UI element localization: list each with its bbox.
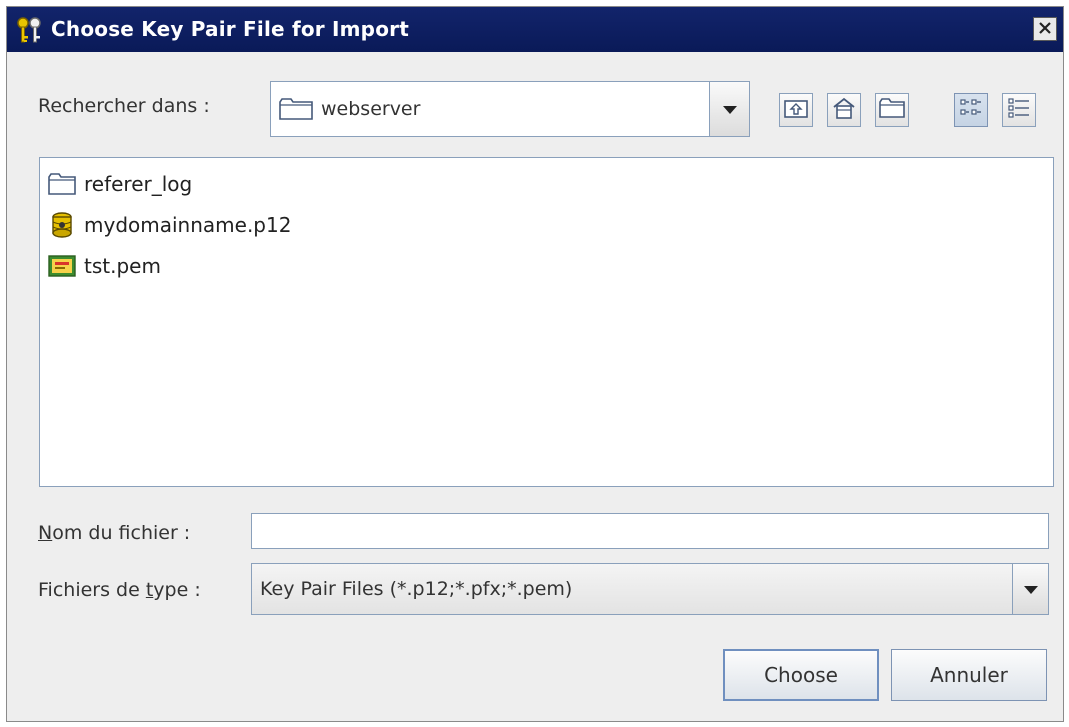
close-icon (1038, 20, 1052, 39)
file-name: referer_log (84, 172, 193, 196)
lookin-label: Rechercher dans : (38, 95, 210, 117)
certificate-icon (48, 253, 76, 279)
filetype-label-post: ype : (153, 579, 201, 601)
folder-icon (279, 98, 313, 120)
up-folder-icon (784, 98, 808, 122)
lookin-value: webserver (321, 98, 421, 120)
filetype-dropdown-button[interactable] (1012, 564, 1048, 614)
file-name: tst.pem (84, 254, 161, 278)
file-name: mydomainname.p12 (84, 213, 292, 237)
window-title: Choose Key Pair File for Import (51, 17, 409, 41)
filetype-label: Fichiers de type : (38, 579, 201, 601)
keystore-icon (48, 212, 76, 238)
filetype-combo[interactable]: Key Pair Files (*.p12;*.pfx;*.pem) (251, 563, 1049, 615)
filename-label-text: om du fichier : (52, 522, 191, 544)
list-view-button[interactable] (954, 93, 988, 127)
filename-label: Nom du fichier : (38, 522, 190, 544)
dialog-frame: Choose Key Pair File for Import Recherch… (6, 6, 1064, 722)
details-view-icon (1007, 97, 1031, 123)
list-item[interactable]: referer_log (48, 168, 192, 200)
filename-label-mnemonic: N (38, 522, 53, 544)
cancel-button[interactable]: Annuler (891, 649, 1047, 701)
new-folder-button[interactable] (875, 93, 909, 127)
filetype-label-pre: Fichiers de (38, 579, 146, 601)
list-item[interactable]: mydomainname.p12 (48, 209, 291, 241)
new-folder-icon (879, 98, 905, 122)
file-list[interactable]: referer_log mydomainname.p12 tst.pem (39, 157, 1054, 487)
lookin-combo[interactable]: webserver (270, 81, 750, 137)
lookin-dropdown-button[interactable] (709, 82, 749, 136)
home-icon (832, 97, 856, 123)
chevron-down-icon (1023, 580, 1039, 599)
choose-button[interactable]: Choose (723, 649, 879, 701)
close-button[interactable] (1033, 17, 1057, 41)
list-item[interactable]: tst.pem (48, 250, 161, 282)
chevron-down-icon (722, 100, 738, 119)
list-view-icon (959, 97, 983, 123)
keys-icon (15, 16, 45, 44)
home-button[interactable] (827, 93, 861, 127)
up-folder-button[interactable] (779, 93, 813, 127)
title-bar[interactable]: Choose Key Pair File for Import (7, 7, 1063, 52)
filetype-value: Key Pair Files (*.p12;*.pfx;*.pem) (260, 578, 573, 600)
dialog-window: Choose Key Pair File for Import Recherch… (0, 0, 1069, 727)
details-view-button[interactable] (1002, 93, 1036, 127)
folder-icon (48, 171, 76, 197)
filename-input[interactable] (251, 513, 1049, 549)
